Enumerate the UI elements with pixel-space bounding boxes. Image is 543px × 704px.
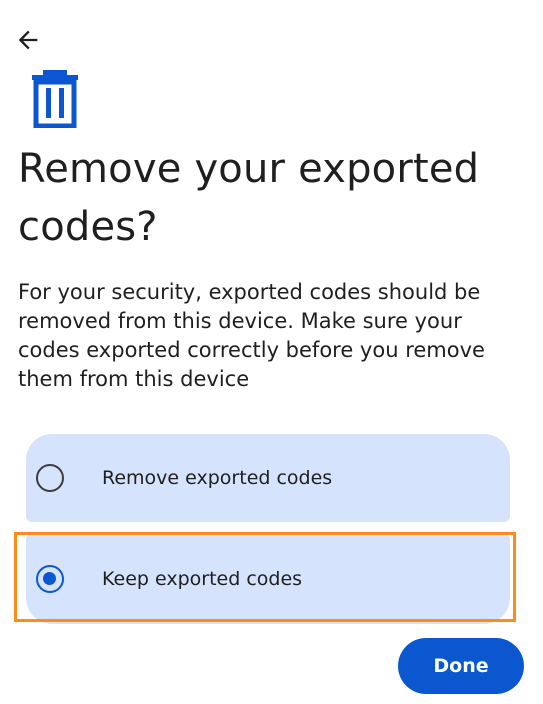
option-remove-exported-codes[interactable]: Remove exported codes bbox=[26, 434, 510, 522]
page-title: Remove your exported codes? bbox=[18, 146, 480, 250]
options-group: Remove exported codes Keep exported code… bbox=[26, 434, 510, 624]
option-keep-exported-codes[interactable]: Keep exported codes bbox=[26, 534, 510, 624]
option-label: Remove exported codes bbox=[102, 467, 333, 489]
arrow-left-icon bbox=[18, 30, 38, 50]
trash-icon bbox=[32, 70, 78, 128]
done-button[interactable]: Done bbox=[398, 638, 524, 694]
radio-checked-icon[interactable] bbox=[36, 565, 64, 593]
radio-unchecked-icon[interactable] bbox=[36, 464, 64, 492]
option-label: Keep exported codes bbox=[102, 568, 303, 590]
description-text: For your security, exported codes should… bbox=[18, 280, 485, 391]
back-button[interactable] bbox=[10, 22, 46, 58]
